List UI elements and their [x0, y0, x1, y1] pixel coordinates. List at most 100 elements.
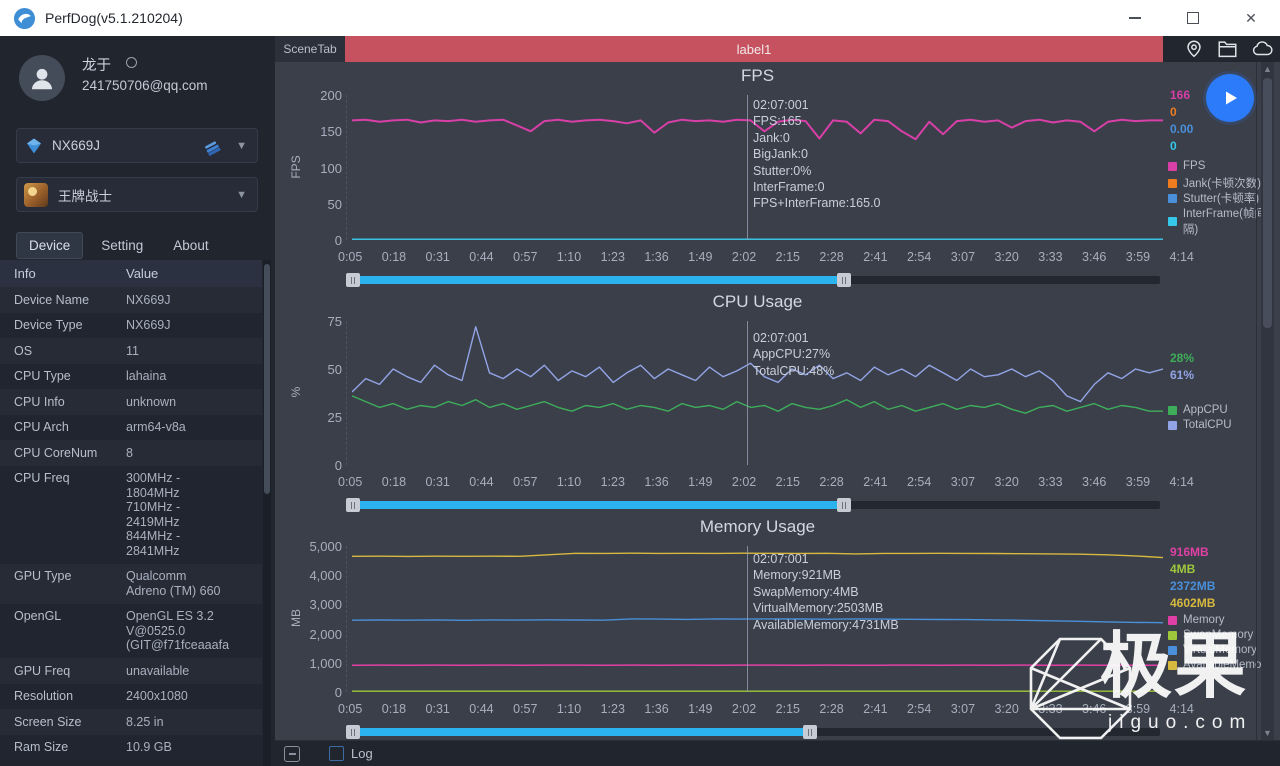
x-tick-label: 3:20 [994, 702, 1019, 716]
row-label: OpenGL [14, 609, 62, 623]
close-button[interactable]: ✕ [1222, 0, 1280, 36]
x-tick-label: 0:44 [469, 702, 494, 716]
device-select[interactable]: NX669J ▼ [16, 128, 258, 163]
app-select-value: 王牌战士 [58, 188, 112, 204]
range-slider-handle-right[interactable] [803, 725, 817, 739]
scene-label-bar[interactable]: label1 [345, 36, 1163, 62]
current-value-VirtualMemory: 2372MB [1170, 579, 1216, 593]
tooltip-line: Stutter:0% [753, 163, 812, 178]
row-label: CPU Arch [14, 420, 69, 434]
crosshair-line [747, 321, 748, 465]
legend-swatch [1168, 216, 1177, 226]
location-pin-icon[interactable] [1183, 38, 1205, 60]
x-tick-label: 1:10 [556, 702, 582, 716]
table-row: Resolution 2400x1080 [0, 683, 262, 709]
y-tick-label: 100 [320, 160, 342, 176]
maximize-icon [1187, 12, 1199, 24]
table-row: OS 11 [0, 338, 262, 364]
legend-item-SwapMemory[interactable]: SwapMemory [1168, 629, 1253, 641]
sidebar: 龙于 241750706@qq.com NX669J ▼ 王牌战士 ▼ Devi… [0, 36, 275, 766]
range-slider-handle-right[interactable] [837, 273, 851, 287]
table-row: GPU Freq unavailable [0, 658, 262, 684]
play-icon [1226, 91, 1237, 105]
chart-scrollbar[interactable]: ▲ ▼ [1261, 62, 1274, 740]
x-tick-label: 3:33 [1038, 702, 1063, 716]
connection-icon[interactable] [203, 136, 225, 158]
range-slider-handle-left[interactable] [346, 273, 360, 287]
x-tick-label: 4:14 [1169, 250, 1194, 264]
tab-about[interactable]: About [161, 233, 220, 258]
title-bar: PerfDog(v5.1.210204) ✕ [0, 0, 1280, 36]
range-slider-selection[interactable] [352, 276, 844, 284]
play-button[interactable] [1206, 74, 1254, 122]
legend-item-Jank(卡顿次数)[interactable]: Jank(卡顿次数) [1168, 175, 1261, 191]
tooltip-line: Jank:0 [753, 130, 790, 145]
range-slider-handle-right[interactable] [837, 498, 851, 512]
table-row: Ram Size 10.9 GB [0, 734, 262, 760]
legend-item-TotalCPU[interactable]: TotalCPU [1168, 419, 1232, 431]
x-axis-ticks: 0:05 0:18 0:31 0:44 0:57 1:10 1:23 1:36 1:49 2:02… [338, 702, 1194, 716]
scene-tab[interactable]: SceneTab [275, 36, 345, 62]
row-label: Device Name [14, 292, 90, 307]
legend-label: Stutter(卡顿率) [1183, 193, 1260, 205]
range-slider-selection[interactable] [352, 728, 810, 736]
log-checkbox[interactable] [329, 746, 344, 761]
legend-item-VirtualMemory[interactable]: VirtualMemory [1168, 644, 1257, 656]
close-icon: ✕ [1245, 9, 1257, 26]
user-badge-icon[interactable] [126, 57, 137, 68]
y-tick-label: 0 [334, 233, 342, 248]
folder-icon[interactable] [1216, 38, 1239, 60]
tab-setting[interactable]: Setting [89, 233, 155, 258]
device-select-value: NX669J [52, 138, 101, 153]
x-tick-label: 4:14 [1169, 702, 1194, 716]
x-tick-label: 3:07 [950, 250, 976, 264]
x-axis-ticks: 0:05 0:18 0:31 0:44 0:57 1:10 1:23 1:36 1:49 2:02… [338, 475, 1194, 489]
panel-divider [1256, 62, 1257, 740]
minimize-icon [1129, 17, 1141, 19]
sidebar-scrollbar-thumb[interactable] [264, 264, 270, 494]
x-tick-label: 2:41 [863, 250, 888, 264]
y-axis-label: % [289, 386, 303, 398]
scroll-up-icon[interactable]: ▲ [1261, 64, 1274, 74]
current-value-TotalCPU: 61% [1170, 368, 1195, 382]
app-select[interactable]: 王牌战士 ▼ [16, 177, 258, 212]
chevron-down-icon[interactable]: ▼ [236, 140, 247, 152]
crosshair-line [747, 95, 748, 240]
x-tick-label: 3:07 [950, 475, 976, 489]
perfdog-window: PerfDog(v5.1.210204) ✕ 龙于 241750706@qq.c… [0, 0, 1280, 766]
collapse-button[interactable] [284, 745, 300, 762]
tab-device[interactable]: Device [16, 232, 84, 259]
scroll-down-icon[interactable]: ▼ [1261, 728, 1274, 738]
legend-item-AppCPU[interactable]: AppCPU [1168, 404, 1228, 416]
range-slider-selection[interactable] [352, 501, 844, 509]
chart-scrollbar-thumb[interactable] [1263, 78, 1272, 328]
maximize-button[interactable] [1164, 0, 1222, 36]
cloud-icon[interactable] [1250, 38, 1274, 60]
sidebar-scrollbar[interactable] [263, 260, 271, 766]
y-tick-label: 150 [320, 124, 342, 140]
row-label: CPU Type [14, 369, 71, 383]
range-slider-handle-left[interactable] [346, 498, 360, 512]
tooltip-line: TotalCPU:48% [753, 363, 835, 378]
x-axis-ticks: 0:05 0:18 0:31 0:44 0:57 1:10 1:23 1:36 1:49 2:02… [338, 250, 1194, 264]
tooltip-line: FPS+InterFrame:165.0 [753, 196, 881, 211]
x-tick-label: 1:23 [600, 702, 625, 716]
table-row: CPU Type lahaina [0, 363, 262, 389]
x-tick-label: 0:31 [425, 702, 450, 716]
x-tick-label: 0:05 [338, 250, 363, 264]
user-name: 龙于 [82, 58, 111, 74]
legend-item-Memory[interactable]: Memory [1168, 614, 1225, 626]
tooltip-line: 02:07:001 [753, 552, 809, 566]
minimize-button[interactable] [1106, 0, 1164, 36]
chevron-down-icon[interactable]: ▼ [236, 189, 247, 201]
x-tick-label: 0:57 [513, 702, 538, 716]
range-slider-handle-left[interactable] [346, 725, 360, 739]
legend-item-Stutter(卡顿率)[interactable]: Stutter(卡顿率) [1168, 190, 1259, 206]
legend-item-FPS[interactable]: FPS [1168, 160, 1205, 172]
row-value: 11 [126, 343, 139, 358]
legend-label: AppCPU [1183, 404, 1228, 416]
row-label: GPU Type [14, 569, 72, 583]
row-value: 300MHz - 1804MHz 710MHz - 2419MHz 844MHz… [126, 471, 181, 558]
current-value-AppCPU: 28% [1170, 351, 1195, 365]
sidebar-tabs: Device Setting About [16, 232, 227, 259]
